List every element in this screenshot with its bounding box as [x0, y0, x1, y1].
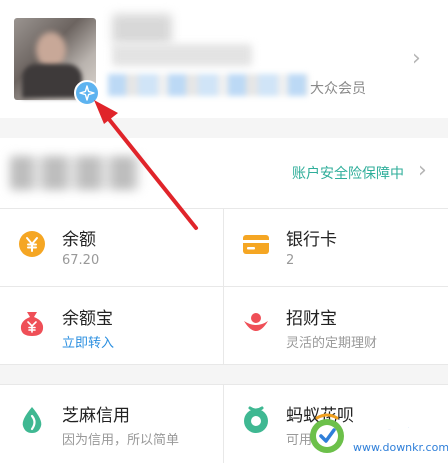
sesame-drop-icon — [22, 407, 42, 433]
money-bag-icon — [20, 312, 44, 336]
security-insurance-link[interactable]: 账户安全险保障中 — [292, 163, 404, 183]
yuebao-title: 余额宝 — [62, 309, 113, 329]
blurred-account-id — [112, 44, 252, 66]
zhaocaibao-title: 招财宝 — [286, 309, 337, 329]
grid-item-yuebao[interactable]: 余额宝 立即转入 — [0, 287, 224, 364]
chevron-right-icon: › — [412, 46, 421, 71]
balance-title: 余额 — [62, 230, 96, 250]
member-level-label: 大众会员 — [310, 81, 366, 97]
watermark-url: www.downkr.com — [353, 441, 448, 454]
treasure-bowl-icon — [244, 313, 268, 331]
site-watermark: 当客软件园 www.downkr.com — [305, 408, 448, 463]
account-page: 大众会员 › 账户安全险保障中 › 余额 67.20 银行卡 2 余额宝 立即转… — [0, 0, 448, 463]
yuan-coin-icon — [19, 231, 45, 257]
blurred-user-name — [112, 14, 172, 44]
chevron-right-icon: › — [418, 158, 427, 183]
watermark-logo-icon — [310, 413, 344, 453]
bank-card-title: 银行卡 — [286, 230, 337, 250]
grid-item-bank-card[interactable]: 银行卡 2 — [224, 208, 448, 285]
profile-card[interactable]: 大众会员 › — [0, 0, 448, 118]
sesame-credit-subtitle: 因为信用，所以简单 — [62, 433, 180, 448]
yuebao-transfer-link[interactable]: 立即转入 — [62, 332, 114, 351]
grid-item-zhaocaibao[interactable]: 招财宝 灵活的定期理财 — [224, 287, 448, 364]
security-row[interactable]: 账户安全险保障中 › — [0, 138, 448, 208]
bank-card-icon — [243, 235, 269, 254]
sesame-credit-title: 芝麻信用 — [62, 406, 130, 426]
huabei-icon — [244, 406, 268, 433]
blurred-security-title — [10, 156, 140, 190]
verified-badge-icon — [74, 80, 100, 106]
bank-card-count: 2 — [286, 253, 295, 268]
zhaocaibao-subtitle: 灵活的定期理财 — [286, 336, 378, 351]
asset-grid: 余额 67.20 银行卡 2 余额宝 立即转入 招财宝 灵活的定期理财 — [0, 208, 448, 365]
grid-item-balance[interactable]: 余额 67.20 — [0, 208, 224, 285]
grid-item-sesame-credit[interactable]: 芝麻信用 因为信用，所以简单 — [0, 384, 224, 461]
blurred-member-tags — [108, 74, 308, 96]
watermark-title: 当客软件园 — [349, 416, 438, 463]
balance-amount: 67.20 — [62, 253, 100, 268]
